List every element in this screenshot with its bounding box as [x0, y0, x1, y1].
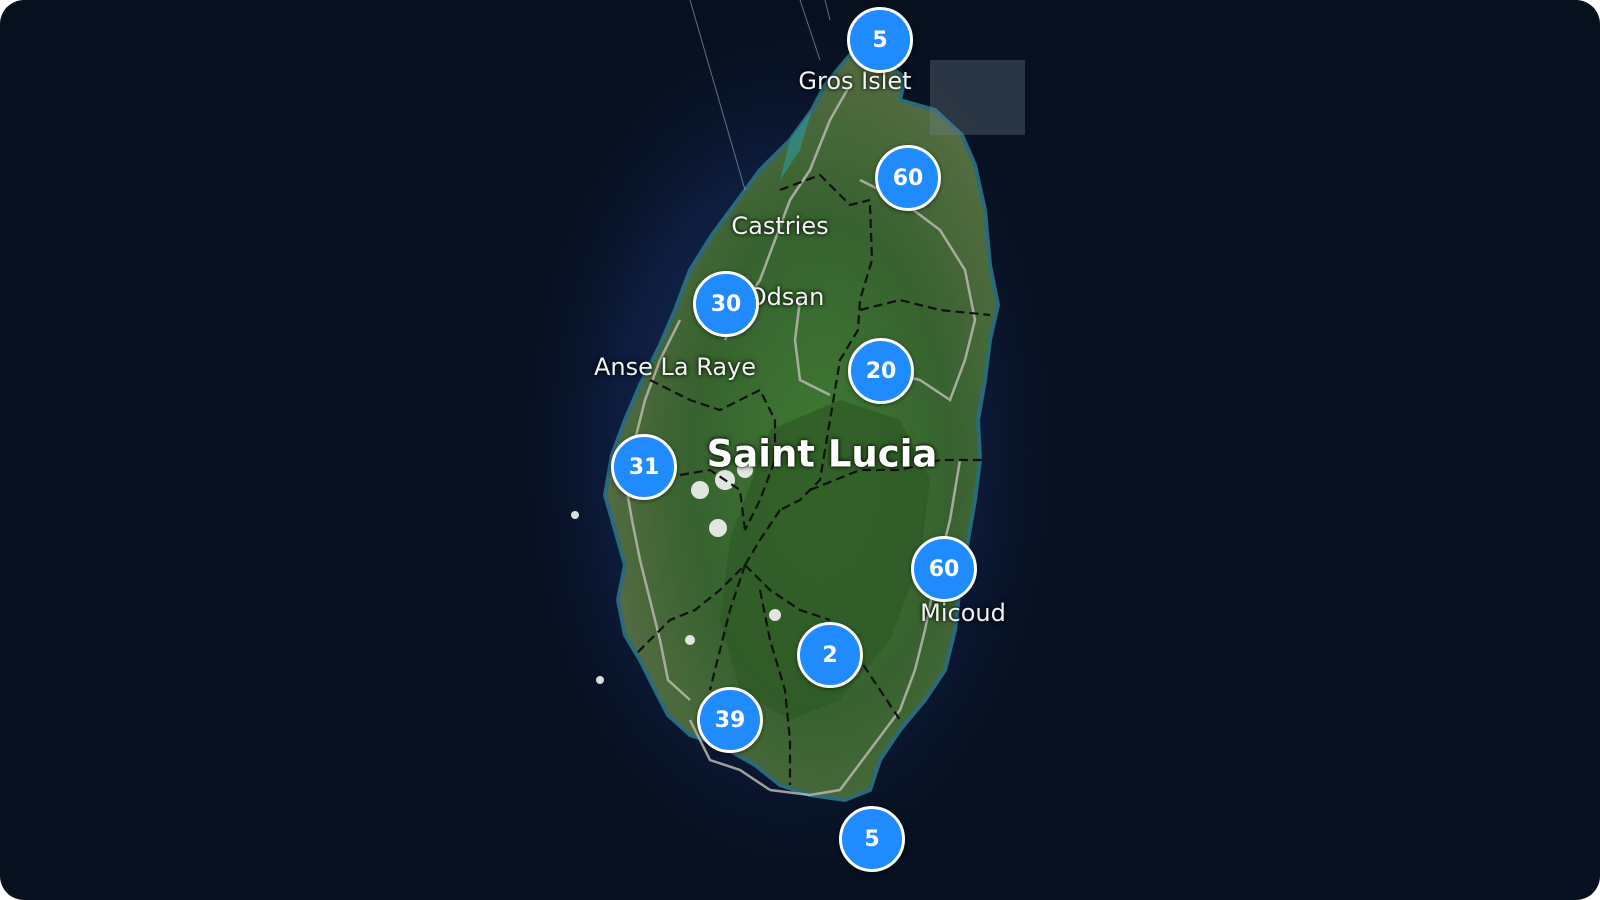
place-label-micoud: Micoud — [920, 599, 1006, 627]
cluster-marker-south-central[interactable]: 2 — [797, 622, 863, 688]
cluster-marker-micoud[interactable]: 60 — [911, 536, 977, 602]
imagery-haze — [930, 60, 1025, 135]
cluster-marker-northeast[interactable]: 60 — [875, 145, 941, 211]
cluster-marker-southwest[interactable]: 39 — [697, 687, 763, 753]
place-label-odsan: Odsan — [747, 283, 825, 311]
place-label-castries: Castries — [731, 212, 829, 240]
cluster-marker-central[interactable]: 20 — [848, 338, 914, 404]
cluster-marker-odsan[interactable]: 30 — [693, 271, 759, 337]
cluster-marker-gros-islet[interactable]: 5 — [847, 7, 913, 73]
cluster-marker-west[interactable]: 31 — [611, 434, 677, 500]
map-viewport[interactable]: Gros Islet Castries Odsan Anse La Raye S… — [0, 0, 1600, 900]
place-label-gros-islet: Gros Islet — [798, 67, 912, 95]
cluster-marker-south-tip[interactable]: 5 — [839, 806, 905, 872]
country-label-saint-lucia: Saint Lucia — [706, 432, 938, 476]
place-label-anse-la-raye: Anse La Raye — [593, 353, 757, 381]
